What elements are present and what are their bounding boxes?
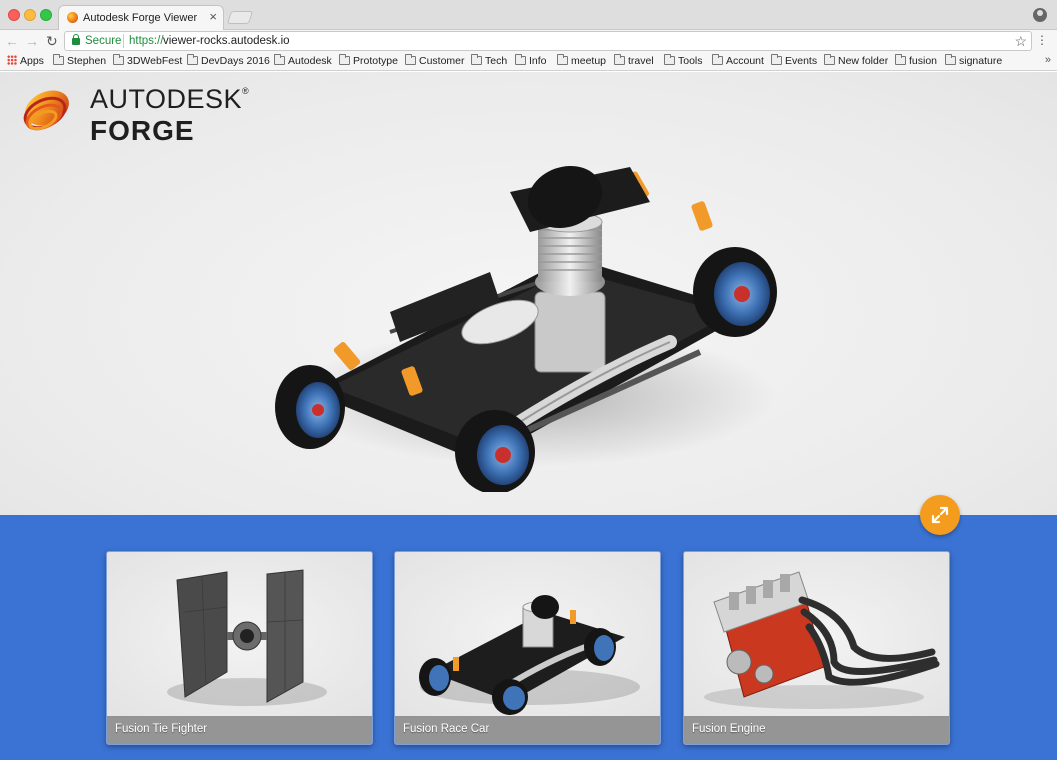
tie-fighter-thumbnail: [167, 569, 327, 706]
race-car-3d-model[interactable]: [270, 162, 790, 492]
model-label: Fusion Race Car: [403, 723, 490, 735]
address-bar[interactable]: Secure https:// viewer-rocks.autodesk.io…: [64, 31, 1032, 51]
bookmark-folder[interactable]: Info: [515, 54, 547, 67]
forward-arrow-icon[interactable]: →: [25, 33, 39, 49]
more-bookmarks-icon[interactable]: »: [1045, 54, 1051, 66]
folder-icon: [557, 54, 568, 65]
model-gallery: Fusion Tie Fighter Fusion Race Car Fusio…: [0, 515, 1057, 760]
folder-icon: [614, 54, 625, 65]
bookmark-folder[interactable]: DevDays 2016: [187, 54, 270, 67]
bookmark-folder[interactable]: 3DWebFest: [113, 54, 182, 67]
url-host: viewer-rocks.autodesk.io: [163, 35, 290, 47]
model-caption: Fusion Tie Fighter: [107, 716, 372, 744]
new-tab-button[interactable]: [226, 11, 254, 24]
forge-favicon-icon: [67, 12, 78, 23]
forge-logo-icon: [23, 90, 69, 131]
close-tab-icon[interactable]: ×: [209, 10, 217, 24]
browser-toolbar: ← → ↻ Secure https:// viewer-rocks.autod…: [0, 30, 1057, 52]
bookmarks-bar: Apps Stephen 3DWebFest DevDays 2016 Auto…: [0, 52, 1057, 71]
folder-icon: [771, 54, 782, 65]
reload-icon[interactable]: ↻: [46, 33, 58, 49]
close-window-button[interactable]: [8, 9, 20, 21]
folder-icon: [471, 54, 482, 65]
folder-icon: [945, 54, 956, 65]
bookmark-star-icon[interactable]: ☆: [1014, 33, 1027, 50]
model-card-engine[interactable]: Fusion Engine: [683, 551, 950, 745]
engine-thumbnail: [704, 571, 940, 709]
model-card-tie-fighter[interactable]: Fusion Tie Fighter: [106, 551, 373, 745]
folder-icon: [339, 54, 350, 65]
folder-icon: [187, 54, 198, 65]
browser-menu-icon[interactable]: ⋮: [1036, 34, 1048, 46]
folder-icon: [53, 54, 64, 65]
model-card-race-car[interactable]: Fusion Race Car: [394, 551, 661, 745]
folder-icon: [515, 54, 526, 65]
bookmark-folder[interactable]: Autodesk: [274, 54, 332, 67]
bookmark-folder[interactable]: fusion: [895, 54, 937, 67]
model-caption: Fusion Engine: [684, 716, 949, 744]
bookmark-folder[interactable]: Tech: [471, 54, 507, 67]
profile-icon[interactable]: [1033, 8, 1047, 22]
maximize-window-button[interactable]: [40, 9, 52, 21]
bookmark-apps[interactable]: Apps: [7, 55, 44, 67]
url-divider: [123, 34, 124, 48]
back-arrow-icon[interactable]: ←: [5, 33, 19, 49]
expand-arrows-icon: [931, 506, 949, 524]
bookmark-folder[interactable]: New folder: [824, 54, 888, 67]
minimize-window-button[interactable]: [24, 9, 36, 21]
secure-label: Secure: [85, 35, 122, 47]
model-thumbnail: [395, 552, 660, 718]
bookmark-folder[interactable]: signature: [945, 54, 1002, 67]
folder-icon: [113, 54, 124, 65]
logo-forge-text: FORGE: [90, 115, 195, 146]
lock-icon: [72, 34, 80, 45]
registered-mark: ®: [242, 86, 250, 96]
bookmark-folder[interactable]: Prototype: [339, 54, 398, 67]
folder-icon: [712, 54, 723, 65]
forge-viewer-canvas[interactable]: AUTODESK® FORGE: [0, 72, 1057, 515]
browser-tab-bar: Autodesk Forge Viewer ×: [0, 0, 1057, 31]
apps-grid-icon: [7, 55, 17, 65]
bookmark-folder[interactable]: travel: [614, 54, 654, 67]
model-thumbnail: [107, 552, 372, 718]
model-label: Fusion Engine: [692, 723, 766, 735]
bookmark-folder[interactable]: meetup: [557, 54, 606, 67]
browser-tab[interactable]: Autodesk Forge Viewer ×: [58, 5, 224, 31]
logo-autodesk-text: AUTODESK®: [90, 84, 250, 114]
bookmark-folder[interactable]: Tools: [664, 54, 703, 67]
folder-icon: [274, 54, 285, 65]
folder-icon: [405, 54, 416, 65]
model-thumbnail: [684, 552, 949, 718]
bookmark-folder[interactable]: Events: [771, 54, 817, 67]
folder-icon: [824, 54, 835, 65]
tab-title: Autodesk Forge Viewer: [83, 12, 198, 24]
url-scheme: https://: [129, 35, 164, 47]
model-label: Fusion Tie Fighter: [115, 723, 208, 735]
fullscreen-button[interactable]: [920, 495, 960, 535]
bookmark-folder[interactable]: Account: [712, 54, 764, 67]
bookmark-folder[interactable]: Stephen: [53, 54, 106, 67]
model-caption: Fusion Race Car: [395, 716, 660, 744]
folder-icon: [664, 54, 675, 65]
folder-icon: [895, 54, 906, 65]
race-car-thumbnail: [419, 595, 640, 715]
bookmark-folder[interactable]: Customer: [405, 54, 465, 67]
